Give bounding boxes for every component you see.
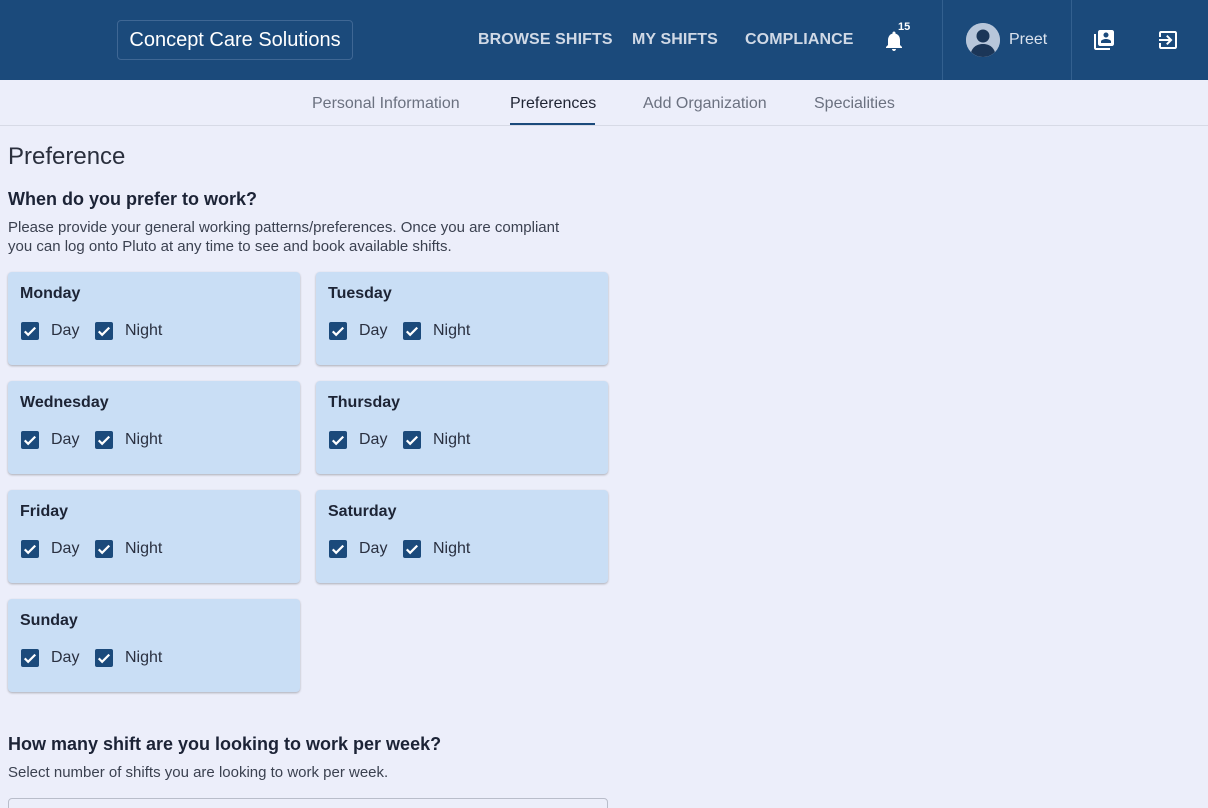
day-checkbox-label[interactable]: Day [359, 430, 387, 450]
user-avatar-icon[interactable] [966, 23, 1000, 57]
tab-personal-information[interactable]: Personal Information [312, 94, 460, 114]
day-card-monday: Monday Day Night [8, 272, 300, 365]
day-card-tuesday: Tuesday Day Night [316, 272, 608, 365]
page-title: Preference [8, 143, 126, 170]
checkbox-check-icon [331, 544, 345, 555]
checkbox-check-icon [23, 653, 37, 664]
contacts-book-icon[interactable] [1092, 28, 1116, 52]
night-checkbox[interactable] [403, 322, 421, 340]
day-checkbox[interactable] [21, 649, 39, 667]
tab-specialities[interactable]: Specialities [814, 94, 895, 114]
day-name: Wednesday [20, 394, 109, 411]
nav-compliance[interactable]: COMPLIANCE [745, 30, 854, 50]
day-name: Friday [20, 503, 69, 520]
shifts-per-week-select[interactable] [8, 798, 608, 808]
checkbox-check-icon [97, 544, 111, 555]
day-card-thursday: Thursday Day Night [316, 381, 608, 474]
night-checkbox-label[interactable]: Night [433, 321, 470, 341]
checkbox-check-icon [405, 435, 419, 446]
day-checkbox-label[interactable]: Day [359, 321, 387, 341]
night-checkbox[interactable] [95, 322, 113, 340]
day-name: Sunday [20, 612, 78, 629]
day-checkbox-label[interactable]: Day [51, 648, 79, 668]
work-preference-description-line-1: Please provide your general working patt… [8, 219, 560, 236]
day-card-friday: Friday Day Night [8, 490, 300, 583]
shifts-per-week-heading: How many shift are you looking to work p… [8, 734, 442, 754]
night-checkbox-label[interactable]: Night [125, 539, 162, 559]
active-tab-indicator [510, 123, 595, 125]
header-divider [942, 0, 943, 80]
checkbox-check-icon [331, 435, 345, 446]
tab-preferences[interactable]: Preferences [510, 94, 596, 114]
checkbox-check-icon [331, 326, 345, 337]
day-card-wednesday: Wednesday Day Night [8, 381, 300, 474]
nav-browse-shifts[interactable]: BROWSE SHIFTS [478, 30, 613, 50]
night-checkbox-label[interactable]: Night [125, 430, 162, 450]
day-name: Thursday [328, 394, 401, 411]
night-checkbox[interactable] [95, 431, 113, 449]
day-card-sunday: Sunday Day Night [8, 599, 300, 692]
header-divider [1071, 0, 1072, 80]
work-preference-heading: When do you prefer to work? [8, 189, 258, 209]
day-checkbox[interactable] [329, 431, 347, 449]
brand-logo[interactable]: Concept Care Solutions [117, 20, 353, 60]
day-checkbox-label[interactable]: Day [51, 321, 79, 341]
day-checkbox[interactable] [329, 322, 347, 340]
night-checkbox[interactable] [95, 649, 113, 667]
day-checkbox-label[interactable]: Day [51, 430, 79, 450]
logout-icon[interactable] [1156, 28, 1180, 52]
night-checkbox[interactable] [403, 540, 421, 558]
day-checkbox-label[interactable]: Day [51, 539, 79, 559]
top-app-bar: Concept Care Solutions BROWSE SHIFTS MY … [0, 0, 1208, 80]
checkbox-check-icon [405, 544, 419, 555]
day-checkbox-label[interactable]: Day [359, 539, 387, 559]
night-checkbox-label[interactable]: Night [433, 430, 470, 450]
checkbox-check-icon [97, 435, 111, 446]
work-preference-description-line-2: you can log onto Pluto at any time to se… [8, 238, 452, 255]
checkbox-check-icon [23, 544, 37, 555]
checkbox-check-icon [97, 326, 111, 337]
night-checkbox-label[interactable]: Night [433, 539, 470, 559]
checkbox-check-icon [97, 653, 111, 664]
day-checkbox[interactable] [21, 540, 39, 558]
day-card-saturday: Saturday Day Night [316, 490, 608, 583]
checkbox-check-icon [23, 326, 37, 337]
night-checkbox-label[interactable]: Night [125, 321, 162, 341]
tab-add-organization[interactable]: Add Organization [643, 94, 767, 114]
day-name: Saturday [328, 503, 397, 520]
day-checkbox[interactable] [21, 431, 39, 449]
night-checkbox[interactable] [403, 431, 421, 449]
profile-tabs: Personal Information Preferences Add Org… [0, 80, 1208, 126]
shifts-per-week-description: Select number of shifts you are looking … [8, 764, 389, 781]
night-checkbox-label[interactable]: Night [125, 648, 162, 668]
night-checkbox[interactable] [95, 540, 113, 558]
notification-badge: 15 [898, 21, 911, 33]
day-checkbox[interactable] [329, 540, 347, 558]
day-name: Monday [20, 285, 81, 302]
user-name[interactable]: Preet [1009, 30, 1047, 50]
day-name: Tuesday [328, 285, 392, 302]
checkbox-check-icon [405, 326, 419, 337]
nav-my-shifts[interactable]: MY SHIFTS [632, 30, 718, 50]
day-checkbox[interactable] [21, 322, 39, 340]
checkbox-check-icon [23, 435, 37, 446]
